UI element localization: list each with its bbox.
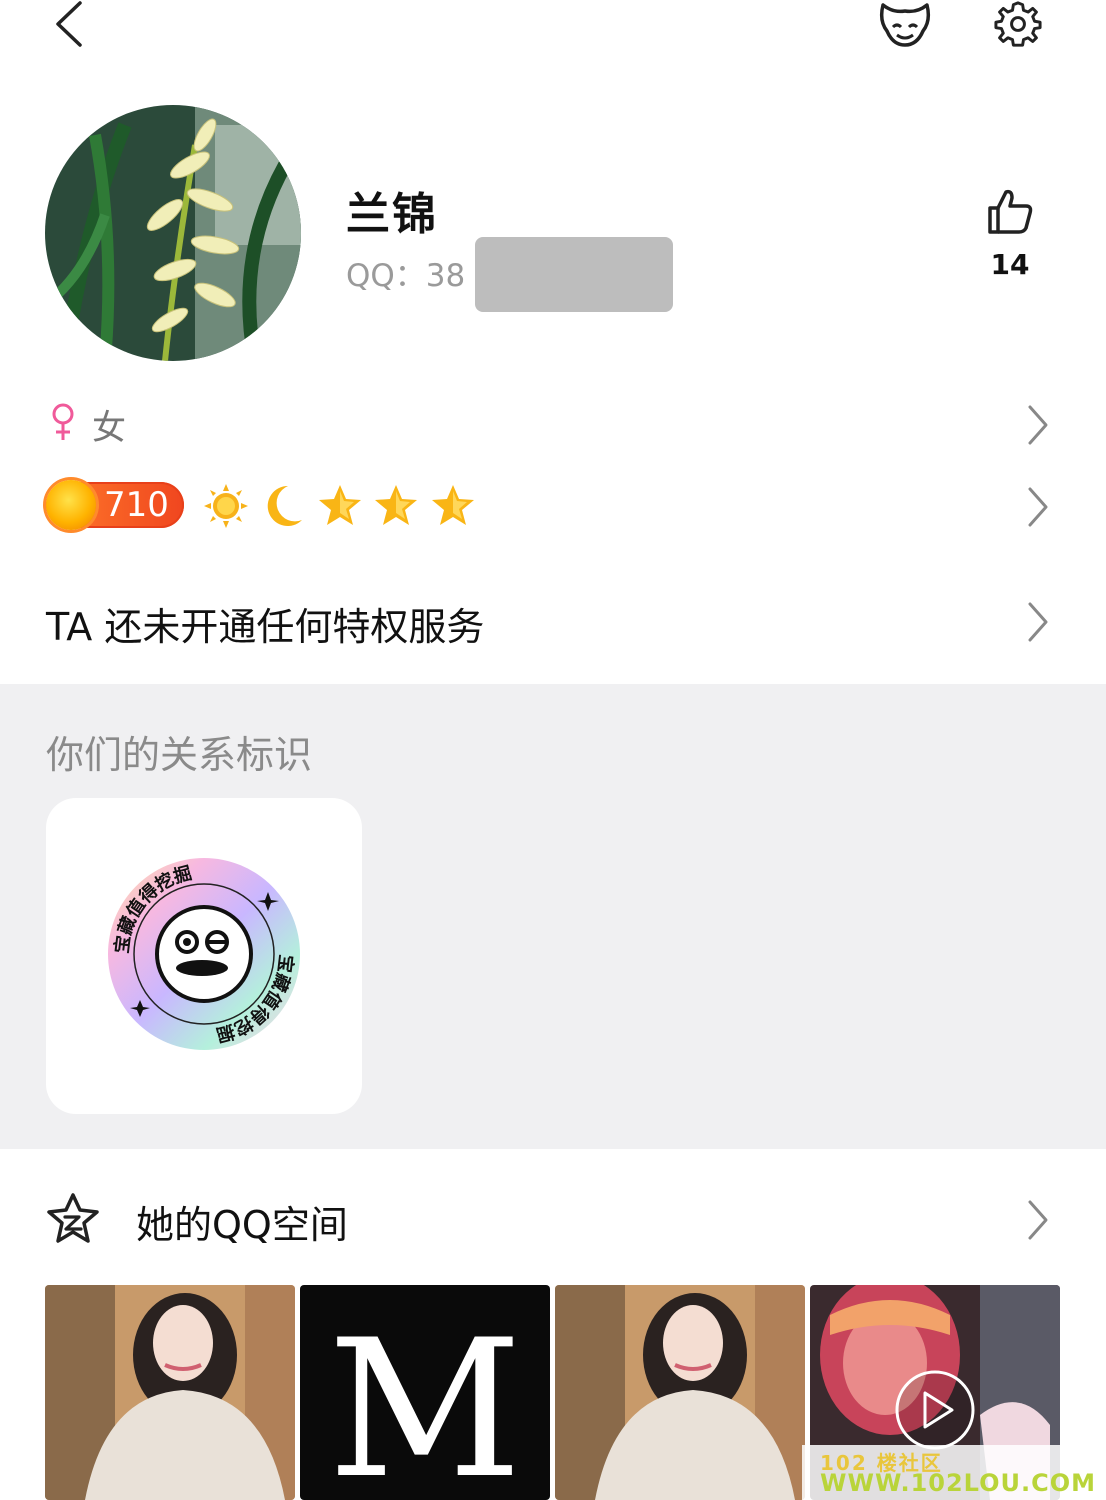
sun-icon bbox=[204, 484, 248, 528]
relationship-badge-card[interactable]: 宝藏值得挖掘 宝藏值得挖掘 bbox=[46, 798, 362, 1114]
treasure-badge-icon: 宝藏值得挖掘 宝藏值得挖掘 bbox=[108, 858, 300, 1050]
avatar[interactable] bbox=[45, 105, 301, 361]
back-arrow-icon bbox=[56, 1, 82, 47]
qzone-title: 她的QQ空间 bbox=[136, 1203, 348, 1247]
pet-mascot-button[interactable] bbox=[874, 0, 936, 48]
m-logo-photo: M bbox=[300, 1285, 550, 1500]
chevron-right-icon bbox=[1028, 487, 1048, 527]
qzone-photo-3[interactable] bbox=[555, 1285, 805, 1500]
portrait-photo bbox=[555, 1285, 805, 1500]
profile-page: 兰锦 QQ：38 14 女 710 TA 还未开通任何特权服务 你们的关系标识 … bbox=[0, 0, 1106, 1500]
gear-icon bbox=[994, 1, 1042, 47]
qzone-photo-2[interactable]: M bbox=[300, 1285, 550, 1500]
coin-icon bbox=[46, 480, 96, 530]
settings-button[interactable] bbox=[990, 0, 1046, 48]
relationship-section: 你们的关系标识 宝藏值得挖掘 宝藏值得挖掘 bbox=[0, 684, 1106, 1149]
chevron-right-icon bbox=[1028, 405, 1048, 445]
privilege-row[interactable]: TA 还未开通任何特权服务 bbox=[0, 592, 1106, 652]
pet-face-icon bbox=[879, 3, 931, 47]
chevron-right-icon bbox=[1028, 1200, 1048, 1240]
back-button[interactable] bbox=[44, 0, 94, 48]
qzone-row[interactable]: 她的QQ空间 bbox=[0, 1188, 1106, 1252]
nickname: 兰锦 bbox=[346, 189, 438, 240]
star-icon bbox=[319, 485, 361, 525]
watermark-line-2: WWW.102LOU.COM bbox=[820, 1469, 1097, 1497]
coin-badge: 710 bbox=[46, 480, 184, 530]
m-letter: M bbox=[328, 1299, 523, 1500]
thumbs-up-icon bbox=[988, 189, 1033, 234]
star-icon bbox=[432, 485, 474, 525]
female-icon bbox=[52, 403, 74, 440]
like-button[interactable] bbox=[984, 186, 1036, 238]
privilege-status-text: TA 还未开通任何特权服务 bbox=[46, 605, 485, 649]
gender-label: 女 bbox=[92, 408, 126, 448]
qq-number: QQ：38 bbox=[346, 258, 466, 294]
qq-number-redaction bbox=[475, 237, 673, 312]
portrait-photo bbox=[45, 1285, 295, 1500]
coin-value: 710 bbox=[104, 485, 169, 525]
watermark: 102 楼社区 WWW.102LOU.COM bbox=[802, 1445, 1095, 1500]
like-count: 14 bbox=[990, 248, 1030, 281]
relationship-title: 你们的关系标识 bbox=[46, 733, 313, 777]
play-button-icon[interactable] bbox=[895, 1370, 975, 1450]
gender-row[interactable]: 女 bbox=[0, 398, 1106, 452]
chevron-right-icon bbox=[1028, 602, 1048, 642]
star-icon bbox=[375, 485, 417, 525]
qzone-star-icon bbox=[47, 1193, 99, 1243]
level-row[interactable]: 710 bbox=[0, 478, 1106, 536]
orchid-avatar-image bbox=[45, 105, 301, 361]
qzone-photo-1[interactable] bbox=[45, 1285, 295, 1500]
moon-icon bbox=[267, 485, 302, 526]
